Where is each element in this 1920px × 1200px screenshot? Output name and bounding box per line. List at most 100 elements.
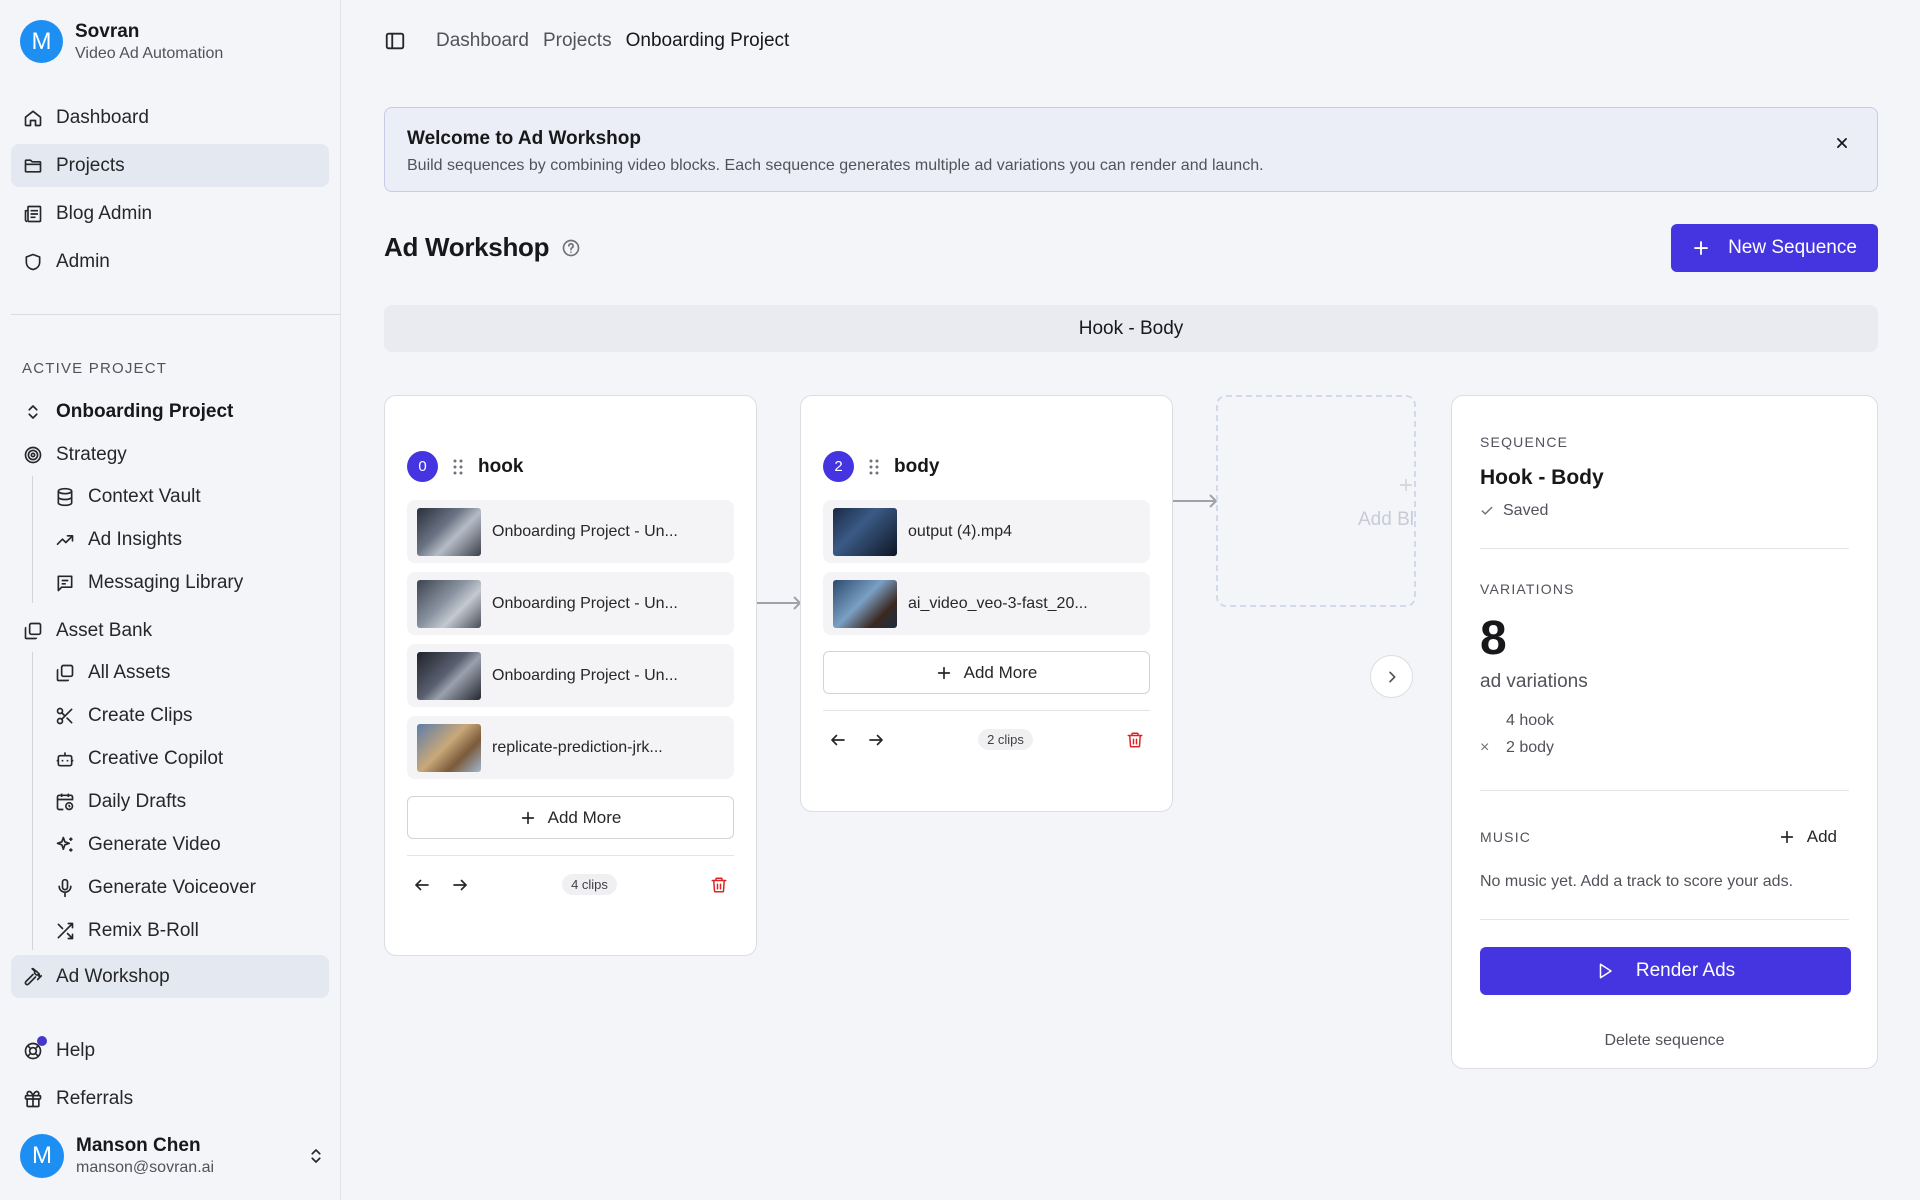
sidebar-item-dashboard[interactable]: Dashboard: [11, 96, 329, 139]
project-name: Onboarding Project: [56, 400, 234, 422]
list-item[interactable]: ai_video_veo-3-fast_20...: [823, 572, 1150, 635]
sidebar-item-create-clips[interactable]: Create Clips: [44, 696, 329, 736]
user-menu[interactable]: M Manson Chen manson@sovran.ai: [20, 1134, 325, 1178]
copy-icon: [54, 662, 76, 684]
shield-icon: [22, 251, 44, 273]
close-icon[interactable]: [1835, 136, 1849, 150]
sidebar-item-label: Referrals: [56, 1087, 134, 1109]
page-title: Ad Workshop: [384, 232, 581, 263]
add-block-label: Add Bl: [1358, 509, 1414, 530]
sequence-label: SEQUENCE: [1480, 434, 1569, 450]
add-more-button[interactable]: Add More: [823, 651, 1150, 694]
welcome-banner: Welcome to Ad Workshop Build sequences b…: [384, 107, 1878, 192]
list-item[interactable]: Onboarding Project - Un...: [407, 500, 734, 563]
sidebar-item-context-vault[interactable]: Context Vault: [44, 477, 329, 517]
check-icon: [1480, 504, 1494, 518]
plus-icon: [936, 665, 952, 681]
arrow-left-icon[interactable]: [829, 731, 847, 749]
trash-icon[interactable]: [710, 875, 728, 895]
trash-icon[interactable]: [1126, 730, 1144, 750]
sidebar-item-label: Context Vault: [88, 486, 201, 507]
sidebar-item-projects[interactable]: Projects: [11, 144, 329, 187]
sidebar-toggle-icon[interactable]: [384, 30, 406, 52]
topbar: Dashboard Projects Onboarding Project: [384, 30, 789, 52]
brand[interactable]: M Sovran Video Ad Automation: [20, 20, 223, 63]
project-switcher[interactable]: Onboarding Project: [11, 390, 329, 433]
plus-icon: [1692, 239, 1710, 257]
add-block-placeholder[interactable]: Add Bl: [1216, 395, 1416, 607]
arrow-left-icon[interactable]: [413, 876, 431, 894]
list-item[interactable]: output (4).mp4: [823, 500, 1150, 563]
sidebar-item-ad-workshop[interactable]: Ad Workshop: [11, 955, 329, 998]
sidebar-item-daily-drafts[interactable]: Daily Drafts: [44, 782, 329, 822]
clip-count-badge: 4 clips: [562, 874, 617, 895]
sidebar-item-label: Asset Bank: [56, 619, 153, 641]
sidebar-item-label: Ad Workshop: [56, 965, 170, 987]
clip-name: ai_video_veo-3-fast_20...: [908, 594, 1088, 612]
add-more-button[interactable]: Add More: [407, 796, 734, 839]
sidebar-item-label: Creative Copilot: [88, 748, 224, 769]
trending-up-icon: [54, 529, 76, 551]
connector-arrow: [757, 596, 802, 610]
music-header: MUSIC Add: [1480, 827, 1849, 847]
breadcrumb: Dashboard Projects Onboarding Project: [422, 30, 789, 52]
render-ads-button[interactable]: Render Ads: [1480, 947, 1851, 995]
tab-sequence[interactable]: Hook - Body: [384, 305, 1878, 352]
breadcrumb-projects[interactable]: Projects: [543, 30, 612, 52]
video-thumbnail: [833, 579, 897, 628]
clip-name: replicate-prediction-jrk...: [492, 738, 663, 756]
sequence-name: Hook - Body: [1480, 466, 1604, 489]
sidebar-item-messaging-library[interactable]: Messaging Library: [44, 563, 329, 603]
sidebar-item-asset-bank[interactable]: Asset Bank: [11, 609, 329, 652]
clip-name: Onboarding Project - Un...: [492, 594, 678, 612]
arrow-right-icon[interactable]: [867, 731, 885, 749]
breakdown-text: 2 body: [1506, 738, 1555, 756]
chevrons-up-down-icon: [307, 1147, 325, 1165]
scroll-right-button[interactable]: [1370, 655, 1413, 698]
render-ads-label: Render Ads: [1635, 960, 1736, 981]
sidebar-divider: [11, 314, 341, 315]
home-icon: [22, 107, 44, 129]
saved-status: Saved: [1480, 502, 1849, 520]
sidebar-item-all-assets[interactable]: All Assets: [44, 653, 329, 693]
sidebar-item-remix-broll[interactable]: Remix B-Roll: [44, 911, 329, 951]
user-name: Manson Chen: [76, 1135, 201, 1156]
list-item[interactable]: Onboarding Project - Un...: [407, 572, 734, 635]
brand-avatar: M: [20, 20, 63, 63]
sidebar-item-strategy[interactable]: Strategy: [11, 433, 329, 476]
list-item[interactable]: Onboarding Project - Un...: [407, 644, 734, 707]
video-thumbnail: [417, 723, 481, 772]
drag-handle-icon[interactable]: [868, 458, 880, 476]
new-sequence-button[interactable]: New Sequence: [1671, 224, 1878, 272]
sidebar-item-ad-insights[interactable]: Ad Insights: [44, 520, 329, 560]
sidebar-item-label: Ad Insights: [88, 529, 182, 550]
sidebar-item-label: Remix B-Roll: [88, 920, 199, 941]
sidebar-item-admin[interactable]: Admin: [11, 240, 329, 283]
copy-icon: [22, 620, 44, 642]
sidebar-item-creative-copilot[interactable]: Creative Copilot: [44, 739, 329, 779]
delete-sequence-button[interactable]: Delete sequence: [1480, 1032, 1849, 1050]
music-empty-text: No music yet. Add a track to score your …: [1480, 873, 1794, 890]
sidebar-item-label: Help: [56, 1039, 96, 1061]
block-card-hook: 0 hook Onboarding Project - Un... Onboar…: [384, 395, 757, 956]
list-item[interactable]: replicate-prediction-jrk...: [407, 716, 734, 779]
sidebar-item-referrals[interactable]: Referrals: [11, 1077, 329, 1120]
block-index-badge: 0: [407, 451, 438, 482]
sidebar-item-blog-admin[interactable]: Blog Admin: [11, 192, 329, 235]
sidebar-item-generate-voiceover[interactable]: Generate Voiceover: [44, 868, 329, 908]
drag-handle-icon[interactable]: [452, 458, 464, 476]
music-label: MUSIC: [1480, 829, 1532, 845]
help-circle-icon[interactable]: [561, 238, 581, 258]
sidebar-item-label: Strategy: [56, 443, 127, 465]
add-music-button[interactable]: Add: [1779, 827, 1837, 847]
sidebar-item-generate-video[interactable]: Generate Video: [44, 825, 329, 865]
gift-icon: [22, 1088, 44, 1110]
chevron-right-icon: [1384, 669, 1400, 685]
arrow-right-icon[interactable]: [451, 876, 469, 894]
chevrons-up-down-icon: [22, 401, 44, 423]
sparkles-icon: [54, 834, 76, 856]
sidebar-item-help[interactable]: Help: [11, 1029, 329, 1072]
video-thumbnail: [417, 579, 481, 628]
breadcrumb-dashboard[interactable]: Dashboard: [436, 30, 529, 52]
sequence-panel: SEQUENCE Hook - Body Saved VARIATIONS 8 …: [1451, 395, 1878, 1069]
